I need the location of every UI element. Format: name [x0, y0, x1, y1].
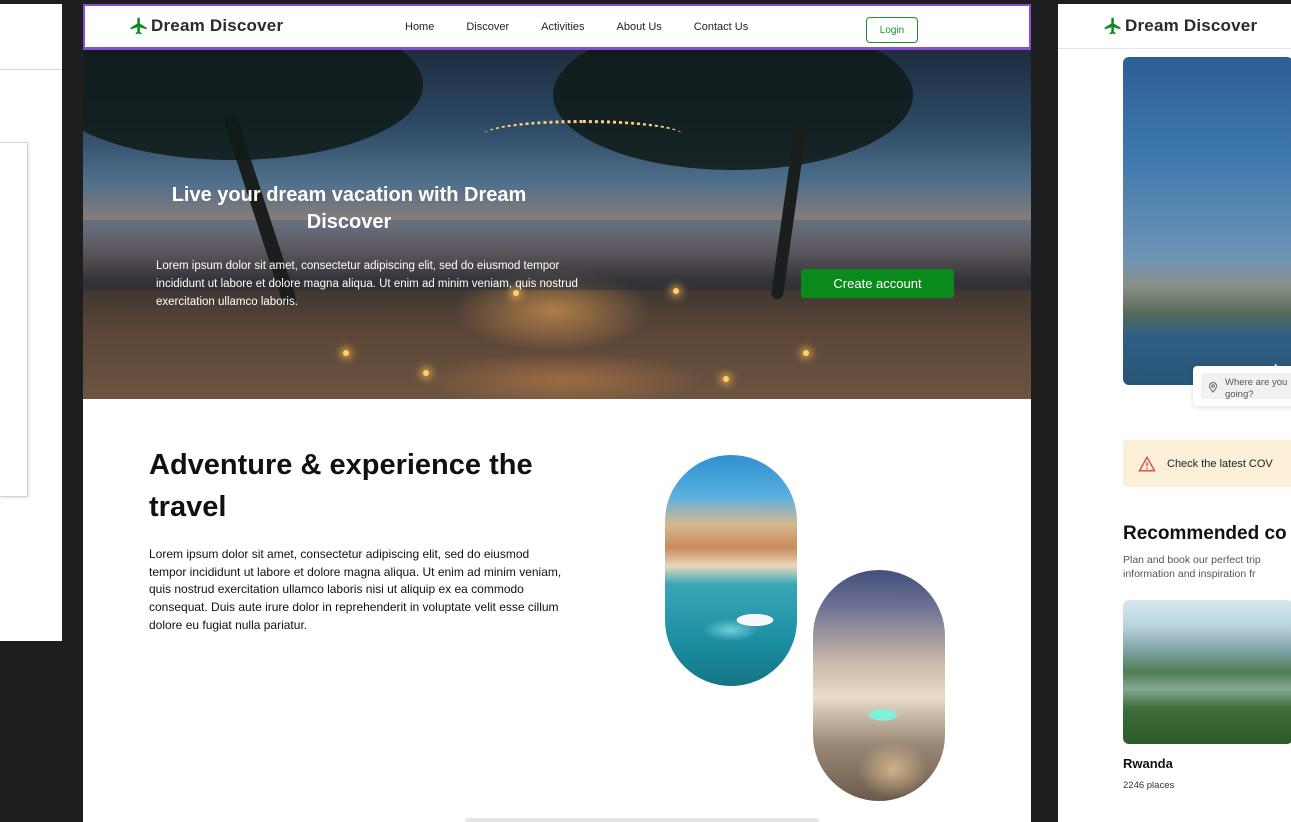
- hero-candle: [343, 350, 349, 356]
- nav-contact-us[interactable]: Contact Us: [694, 21, 748, 33]
- hero-candle: [803, 350, 809, 356]
- recommended-subtitle-line: information and inspiration fr: [1123, 568, 1256, 580]
- hero-title: Live your dream vacation with Dream Disc…: [171, 184, 527, 233]
- warning-triangle-icon: [1138, 455, 1156, 471]
- hero-string-lights: [483, 120, 683, 150]
- search-placeholder: Where are you going?: [1225, 377, 1288, 400]
- covid-alert-text: Check the latest COV: [1167, 457, 1273, 470]
- recommended-title: Recommended co: [1123, 523, 1287, 544]
- brand-name: Dream Discover: [151, 16, 284, 35]
- nav-links: Home Discover Activities About Us Contac…: [405, 21, 780, 33]
- nav-about-us[interactable]: About Us: [617, 21, 662, 33]
- adventure-text: Lorem ipsum dolor sit amet, consectetur …: [149, 547, 562, 632]
- left-frame-partial: [0, 4, 62, 641]
- destination-search[interactable]: Where are you going?: [1193, 366, 1291, 406]
- nav-home[interactable]: Home: [405, 21, 434, 33]
- adventure-title: Adventure & experience the travel: [149, 449, 533, 523]
- hero-candle: [673, 288, 679, 294]
- city-harbour-image: [1123, 57, 1291, 402]
- right-frame-navbar: Dream Discover: [1058, 4, 1291, 49]
- right-brand-name: Dream Discover: [1125, 16, 1258, 35]
- right-brand-logo[interactable]: Dream Discover: [1103, 16, 1257, 36]
- nav-discover[interactable]: Discover: [466, 21, 509, 33]
- recommended-subtitle-line: Plan and book our perfect trip: [1123, 554, 1261, 566]
- airplane-icon: [130, 17, 147, 35]
- destination-card-image[interactable]: [1123, 600, 1291, 744]
- destination-card-count: 2246 places: [1123, 780, 1175, 791]
- coastal-village-image: [665, 455, 797, 686]
- bottom-tab-indicator: [465, 818, 819, 822]
- navbar: Dream Discover Home Discover Activities …: [83, 4, 1031, 50]
- main-frame: Live your dream vacation with Dream Disc…: [83, 4, 1031, 822]
- hero-palm-left: [83, 50, 423, 160]
- location-pin-icon: [1208, 382, 1218, 393]
- login-button[interactable]: Login: [866, 17, 918, 43]
- brand-logo[interactable]: Dream Discover: [129, 16, 283, 36]
- left-frame-navbar: [0, 4, 62, 70]
- hero-candle: [423, 370, 429, 376]
- hero-section: Live your dream vacation with Dream Disc…: [83, 50, 1031, 399]
- nav-activities[interactable]: Activities: [541, 21, 584, 33]
- covid-alert-banner[interactable]: Check the latest COV: [1123, 440, 1291, 487]
- destination-search-input[interactable]: Where are you going?: [1201, 373, 1291, 400]
- hero-text: Lorem ipsum dolor sit amet, consectetur …: [156, 260, 578, 308]
- create-account-button[interactable]: Create account: [801, 269, 954, 298]
- destination-card-name[interactable]: Rwanda: [1123, 756, 1173, 771]
- recommended-subtitle: Plan and book our perfect trip informati…: [1123, 553, 1291, 581]
- cliffside-hotel-image: [813, 570, 945, 801]
- left-frame-card: [0, 142, 28, 497]
- hero-palm-right: [553, 50, 913, 170]
- hero-candle: [723, 376, 729, 382]
- airplane-icon: [1104, 17, 1121, 35]
- right-frame-partial: Dream Discover Where are you going? Chec…: [1058, 4, 1291, 822]
